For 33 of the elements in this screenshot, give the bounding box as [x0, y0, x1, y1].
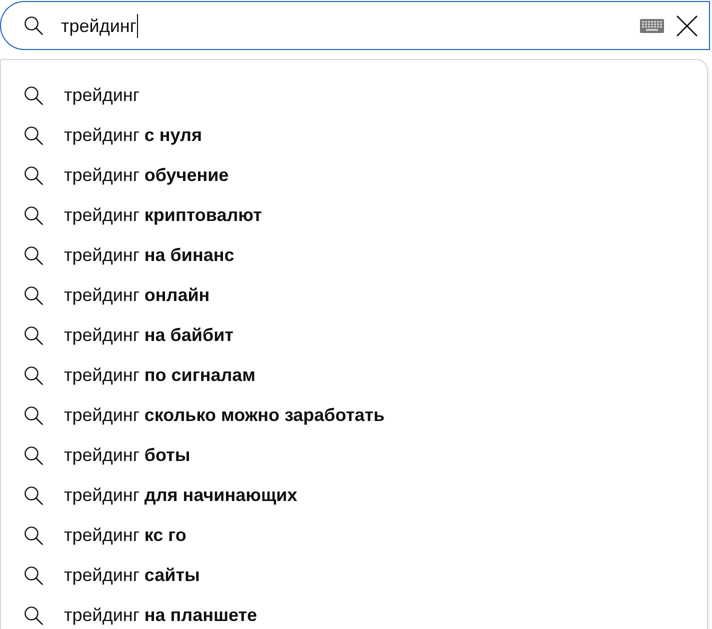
search-icon: [24, 166, 43, 184]
search-icon: [24, 606, 43, 624]
search-icon: [24, 526, 43, 544]
close-icon: [676, 14, 698, 36]
suggestion-item[interactable]: трейдинг онлайн: [1, 275, 707, 315]
suggestion-item[interactable]: трейдинг сколько можно заработать: [1, 395, 707, 435]
keyboard-icon[interactable]: [640, 18, 664, 32]
search-icon: [24, 366, 43, 384]
search-input[interactable]: трейдинг: [61, 14, 640, 38]
search-icon: [24, 86, 43, 104]
suggestion-item[interactable]: трейдинг обучение: [1, 155, 707, 195]
suggestion-item[interactable]: трейдинг на байбит: [1, 315, 707, 355]
search-icon: [24, 406, 43, 424]
search-icon: [24, 126, 43, 144]
suggestion-item[interactable]: трейдинг на бинанс: [1, 235, 707, 275]
search-icon: [24, 206, 43, 224]
suggestion-item[interactable]: трейдинг на планшете: [1, 595, 707, 629]
suggestion-item[interactable]: трейдинг: [1, 75, 707, 115]
search-icon: [24, 486, 43, 504]
clear-button[interactable]: [675, 14, 699, 38]
search-icon: [24, 326, 43, 344]
search-icon: [24, 16, 43, 35]
search-icon: [24, 446, 43, 464]
suggestion-item[interactable]: трейдинг для начинающих: [1, 475, 707, 515]
suggestion-item[interactable]: трейдинг кс го: [1, 515, 707, 555]
search-icon: [24, 566, 43, 584]
suggestion-item[interactable]: трейдинг по сигналам: [1, 355, 707, 395]
search-icon: [24, 246, 43, 264]
suggestion-item[interactable]: трейдинг с нуля: [1, 115, 707, 155]
suggestion-item[interactable]: трейдинг сайты: [1, 555, 707, 595]
search-icon: [24, 286, 43, 304]
suggestion-item[interactable]: трейдинг боты: [1, 435, 707, 475]
suggestion-item[interactable]: трейдинг криптовалют: [1, 195, 707, 235]
